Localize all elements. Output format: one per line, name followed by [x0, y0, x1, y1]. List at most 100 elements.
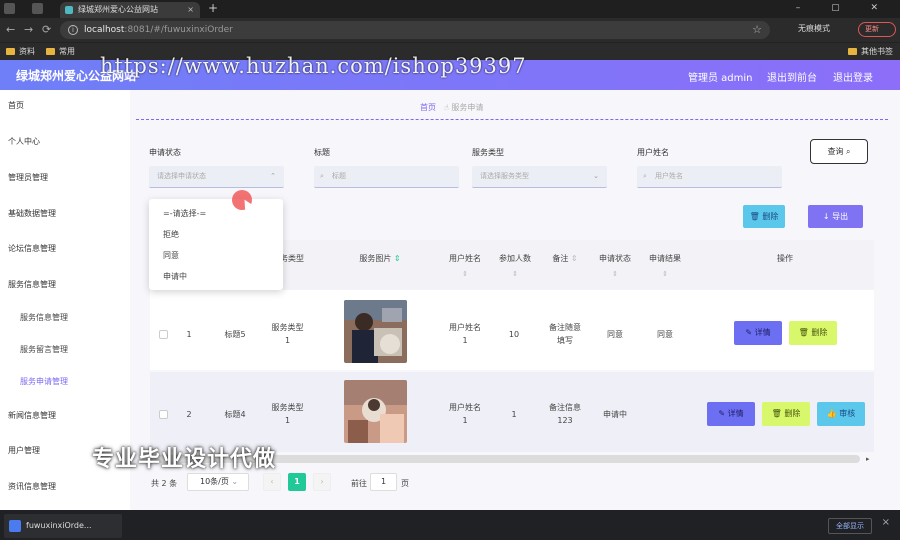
- page-1-button[interactable]: 1: [288, 473, 306, 491]
- col-header-status[interactable]: 申请状态 ⇕: [595, 253, 635, 278]
- chevron-down-icon: ⌄: [231, 477, 239, 486]
- audit-button[interactable]: 👍 审核: [817, 402, 865, 426]
- export-button[interactable]: ↓ 导出: [808, 205, 863, 228]
- sort-icon: ⇕: [462, 270, 468, 278]
- chevron-up-icon: ⌃: [270, 172, 276, 180]
- url-field[interactable]: i localhost:8081/#/fuwuxinxiOrder ☆: [60, 21, 770, 39]
- sidebar-item-info[interactable]: 资讯信息管理: [8, 481, 56, 492]
- query-button[interactable]: 查询 ⌕: [810, 139, 868, 164]
- address-bar-row: ← → ⟳ i localhost:8081/#/fuwuxinxiOrder …: [0, 18, 900, 42]
- dropdown-option[interactable]: 同意: [163, 250, 179, 261]
- browser-tab[interactable]: 绿城郑州爱心公益网站 ×: [60, 2, 200, 18]
- show-all-button[interactable]: 全部显示: [828, 518, 872, 534]
- status-filter-label: 申请状态: [149, 148, 181, 157]
- col-header-image[interactable]: 服务图片 ⇕: [350, 253, 410, 264]
- close-icon[interactable]: ×: [882, 517, 890, 528]
- user-input[interactable]: ⌕ 用户姓名: [637, 166, 782, 188]
- reload-icon[interactable]: ⟳: [42, 23, 51, 36]
- incognito-label[interactable]: 无痕模式: [798, 23, 830, 34]
- sidebar-subitem-service-message[interactable]: 服务留言管理: [20, 344, 68, 355]
- next-page-button[interactable]: ›: [313, 473, 331, 491]
- sidebar-item-basic-data[interactable]: 基础数据管理: [8, 208, 56, 219]
- trash-icon: 🗑: [771, 409, 782, 418]
- thumbs-up-icon: 👍: [826, 409, 837, 418]
- download-bar: fuwuxinxiOrde... 全部显示 ×: [0, 510, 900, 540]
- col-header-actions: 操作: [777, 254, 793, 263]
- breadcrumb-current: 服务申请: [451, 103, 484, 112]
- dropdown-option[interactable]: 拒绝: [163, 229, 179, 240]
- sidebar-item-profile[interactable]: 个人中心: [8, 136, 40, 147]
- status-dropdown-menu: =-请选择-= 拒绝 同意 申请中: [149, 199, 283, 290]
- row-checkbox[interactable]: [159, 330, 168, 339]
- prev-page-button[interactable]: ‹: [263, 473, 281, 491]
- sidebar-subitem-service-apply[interactable]: 服务申请管理: [20, 376, 68, 387]
- new-tab-icon[interactable]: +: [208, 0, 218, 16]
- breadcrumb: 首页 ☝ 服务申请: [420, 102, 483, 113]
- col-header-user[interactable]: 用户姓名 ⇕: [445, 253, 485, 278]
- site-info-icon[interactable]: i: [68, 25, 78, 35]
- search-icon: ⌕: [846, 147, 851, 156]
- service-photo[interactable]: [344, 300, 407, 363]
- sort-icon: ⇕: [612, 270, 618, 278]
- breadcrumb-home[interactable]: 首页: [420, 103, 436, 112]
- back-icon[interactable]: ←: [6, 23, 15, 36]
- user-filter-label: 用户姓名: [637, 148, 669, 157]
- tab-list-icon[interactable]: [32, 3, 43, 14]
- bookmark-folder-2[interactable]: 常用: [46, 46, 75, 57]
- sort-icon: ⇕: [393, 254, 401, 263]
- search-icon: ⌕: [320, 172, 324, 180]
- sidebar-item-service[interactable]: 服务信息管理: [8, 279, 56, 290]
- promo-overlay-text: 专业毕业设计代做: [92, 447, 277, 472]
- site-favicon-icon: [65, 6, 73, 14]
- col-header-result[interactable]: 申请结果 ⇕: [645, 253, 685, 278]
- page-unit-label: 页: [401, 479, 409, 488]
- forward-icon[interactable]: →: [24, 23, 33, 36]
- service-photo-image: [344, 300, 407, 363]
- row-index: 1: [186, 330, 192, 339]
- sidebar-subitem-service-info[interactable]: 服务信息管理: [20, 312, 68, 323]
- update-button[interactable]: 更新: [858, 22, 896, 37]
- edit-icon: ✎: [718, 409, 726, 418]
- col-header-count[interactable]: 参加人数 ⇕: [495, 253, 535, 278]
- sidebar-item-forum[interactable]: 论坛信息管理: [8, 243, 56, 254]
- row-checkbox[interactable]: [159, 410, 168, 419]
- goto-page-input[interactable]: 1: [370, 473, 397, 491]
- delete-button[interactable]: 🗑 删除: [789, 321, 837, 345]
- detail-button[interactable]: ✎ 详情: [734, 321, 782, 345]
- page-size-select[interactable]: 10条/页 ⌄: [187, 473, 249, 491]
- sidebar-item-home[interactable]: 首页: [8, 100, 24, 111]
- status-select[interactable]: 请选择申请状态 ⌃: [149, 166, 284, 188]
- logout-link[interactable]: 退出登录: [833, 69, 873, 84]
- bookmark-folder-1[interactable]: 资料: [6, 46, 35, 57]
- tab-title: 绿城郑州爱心公益网站: [78, 5, 158, 14]
- title-input[interactable]: ⌕ 标题: [314, 166, 459, 188]
- sort-icon: ⇕: [570, 254, 578, 263]
- tab-close-icon[interactable]: ×: [187, 2, 194, 17]
- service-photo[interactable]: [344, 380, 407, 443]
- dropdown-option[interactable]: 申请中: [163, 271, 187, 282]
- browser-menu-icon[interactable]: [4, 3, 15, 14]
- download-item[interactable]: fuwuxinxiOrde...: [4, 514, 122, 538]
- col-header-note[interactable]: 备注 ⇕: [545, 253, 585, 264]
- detail-button[interactable]: ✎ 详情: [707, 402, 755, 426]
- other-bookmarks[interactable]: 其他书签: [848, 46, 893, 57]
- scroll-right-icon[interactable]: ▸: [866, 455, 870, 463]
- type-select[interactable]: 请选择服务类型 ⌄: [472, 166, 607, 188]
- service-photo-image: [344, 380, 407, 443]
- folder-icon: [848, 48, 857, 55]
- batch-delete-button[interactable]: 🗑 删除: [743, 205, 785, 228]
- sidebar-item-users[interactable]: 用户管理: [8, 445, 40, 456]
- browser-tab-bar: 绿城郑州爱心公益网站 × + – ▢ ✕: [0, 0, 900, 18]
- divider: [136, 119, 888, 120]
- delete-button[interactable]: 🗑 删除: [762, 402, 810, 426]
- sidebar-item-news[interactable]: 新闻信息管理: [8, 410, 56, 421]
- window-controls[interactable]: – ▢ ✕: [796, 0, 892, 16]
- front-link[interactable]: 退出到前台: [767, 69, 817, 84]
- folder-icon: [6, 48, 15, 55]
- bookmark-star-icon[interactable]: ☆: [752, 21, 762, 39]
- goto-label: 前往: [351, 479, 367, 488]
- dropdown-option[interactable]: =-请选择-=: [163, 208, 206, 219]
- search-icon: ⌕: [643, 172, 647, 180]
- hand-icon: ☝: [444, 103, 449, 112]
- sidebar-item-admin[interactable]: 管理员管理: [8, 172, 48, 183]
